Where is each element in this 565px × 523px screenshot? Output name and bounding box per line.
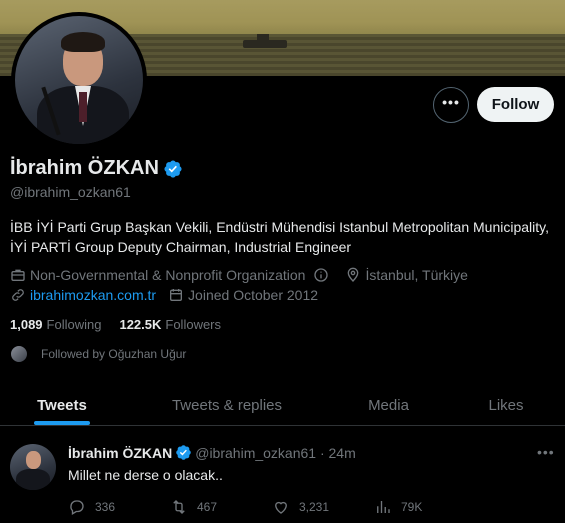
retweet-button[interactable]: 467 [170, 498, 272, 516]
views-count: 79K [401, 500, 423, 514]
calendar-icon [170, 289, 183, 301]
profile-location: İstanbul, Türkiye [365, 267, 468, 283]
tweet-avatar[interactable] [10, 444, 56, 490]
views-button[interactable]: 79K [374, 498, 476, 516]
profile-handle: @ibrahim_ozkan61 [10, 184, 131, 200]
followed-by-text: Followed by Oğuzhan Uğur [41, 347, 187, 361]
like-count: 3,231 [299, 500, 330, 514]
profile-name: İbrahim ÖZKAN [10, 157, 159, 179]
profile-joined-date: Joined October 2012 [188, 287, 319, 303]
reply-icon [70, 500, 84, 515]
tweet-actions: 336 467 3,231 79K [68, 498, 476, 516]
follow-stats: 1,089 Following 122.5K Followers [10, 317, 221, 332]
verified-badge-icon[interactable] [163, 159, 183, 179]
followers-label: Followers [165, 317, 222, 332]
tab-likes[interactable]: Likes [447, 386, 565, 425]
more-dots-icon: ••• [442, 94, 460, 110]
following-count: 1,089 [10, 317, 43, 332]
tweet-author-name[interactable]: İbrahim ÖZKAN [68, 445, 172, 461]
retweet-icon [173, 500, 185, 514]
tweet-avatar-suit [16, 469, 50, 490]
reply-button[interactable]: 336 [68, 498, 170, 516]
profile-category: Non-Governmental & Nonprofit Organizatio… [30, 267, 306, 283]
tab-tweets[interactable]: Tweets [0, 386, 124, 425]
like-button[interactable]: 3,231 [272, 498, 374, 516]
profile-website-link[interactable]: ibrahimozkan.com.tr [30, 287, 156, 303]
heart-icon [275, 501, 287, 514]
profile-tabs: Tweets Tweets & replies Media Likes [0, 386, 565, 426]
reply-count: 336 [95, 500, 116, 514]
profile-bio: İBB İYİ Parti Grup Başkan Vekili, Endüst… [10, 219, 549, 255]
tweet-avatar-face [26, 451, 41, 469]
info-icon[interactable] [313, 267, 329, 283]
tweet-handle-time[interactable]: @ibrahim_ozkan61 · 24m [195, 445, 356, 461]
tweet[interactable]: İbrahim ÖZKAN @ibrahim_ozkan61 · 24m •••… [0, 432, 565, 523]
profile-meta-row-1: Non-Governmental & Nonprofit Organizatio… [10, 267, 468, 283]
followed-by-row[interactable]: Followed by Oğuzhan Uğur [10, 345, 186, 363]
retweet-count: 467 [197, 500, 218, 514]
profile-name-row: İbrahim ÖZKAN [10, 157, 183, 180]
followers-count: 122.5K [119, 317, 162, 332]
more-options-button[interactable]: ••• [433, 87, 469, 123]
avatar-hair [61, 32, 105, 52]
verified-badge-icon[interactable] [175, 444, 192, 461]
link-icon [12, 289, 24, 301]
location-pin-icon [348, 267, 359, 282]
briefcase-icon [11, 269, 25, 281]
avatar-tie [79, 92, 87, 122]
tab-tweets-replies[interactable]: Tweets & replies [124, 386, 330, 425]
banner-ship [243, 34, 287, 48]
following-link[interactable]: 1,089 Following [10, 317, 101, 332]
views-chart-icon [377, 501, 390, 513]
tab-media[interactable]: Media [330, 386, 447, 425]
tweet-text: Millet ne derse o olacak.. [68, 467, 223, 483]
profile-meta-row-2: ibrahimozkan.com.tr Joined October 2012 [10, 287, 318, 303]
follow-button[interactable]: Follow [477, 87, 554, 122]
tweet-header: İbrahim ÖZKAN @ibrahim_ozkan61 · 24m [68, 444, 356, 461]
follower-avatar [10, 345, 28, 363]
profile-avatar[interactable] [11, 12, 147, 148]
following-label: Following [46, 317, 102, 332]
tweet-more-icon[interactable]: ••• [537, 444, 555, 460]
followers-link[interactable]: 122.5K Followers [119, 317, 221, 332]
